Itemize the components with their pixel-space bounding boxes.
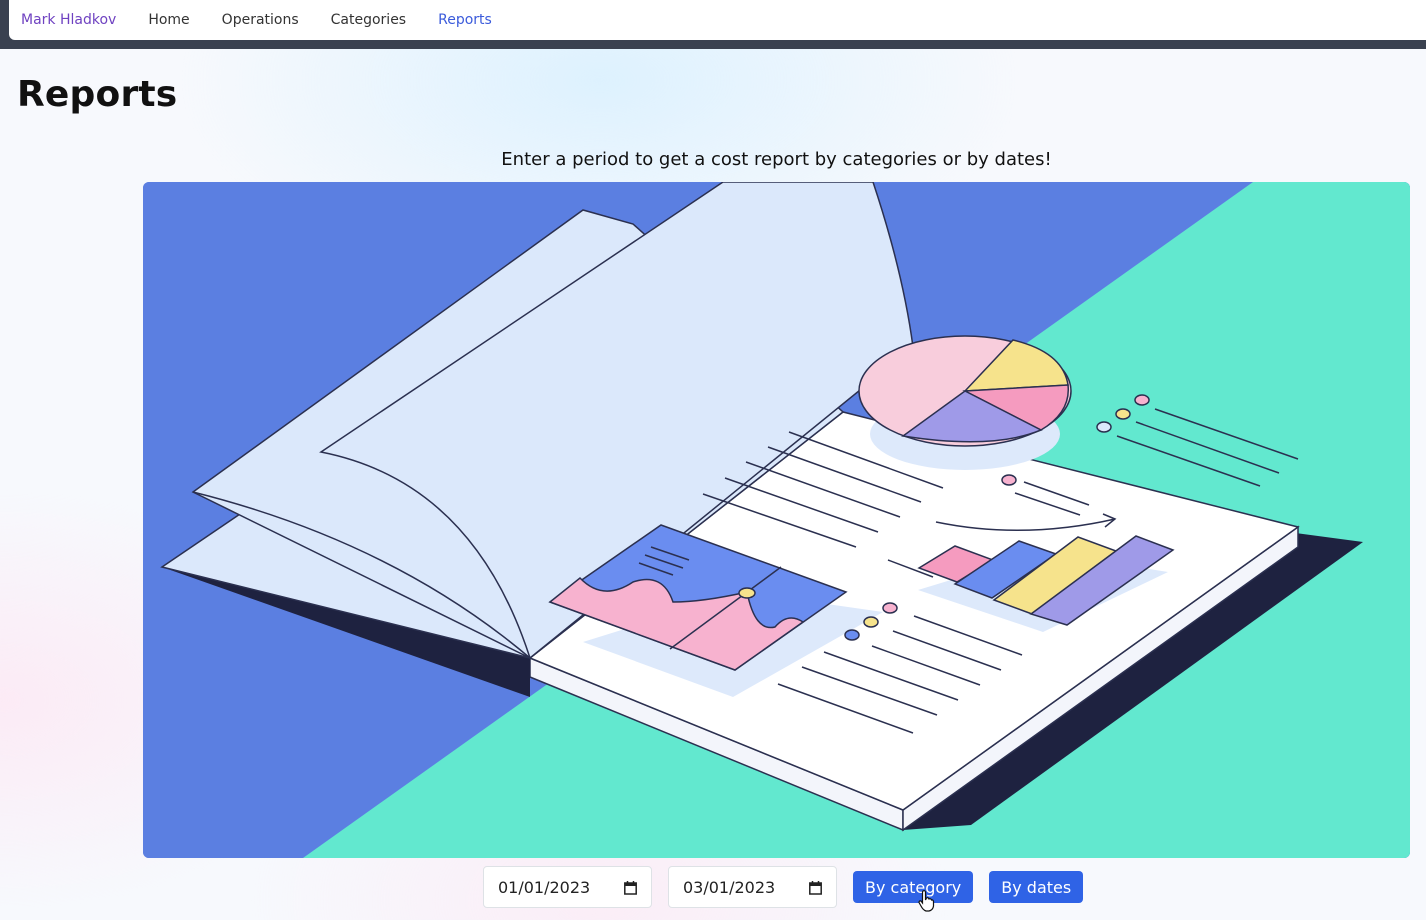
nav-link-reports[interactable]: Reports <box>438 12 492 28</box>
page-subtitle: Enter a period to get a cost report by c… <box>501 149 1052 170</box>
end-date-value: 03/01/2023 <box>683 877 776 897</box>
report-controls: 01/01/2023 03/01/2023 By category By dat… <box>483 866 1084 908</box>
report-illustration <box>143 182 1410 858</box>
end-date-input[interactable]: 03/01/2023 <box>668 866 837 908</box>
by-dates-button[interactable]: By dates <box>989 871 1084 903</box>
nav-link-home[interactable]: Home <box>148 12 189 28</box>
start-date-value: 01/01/2023 <box>498 877 591 897</box>
top-navbar: Mark Hladkov Home Operations Categories … <box>0 0 1426 49</box>
start-date-input[interactable]: 01/01/2023 <box>483 866 652 908</box>
nav-container: Mark Hladkov Home Operations Categories … <box>9 0 1426 40</box>
calendar-icon[interactable] <box>624 880 637 895</box>
nav-link-operations[interactable]: Operations <box>222 12 299 28</box>
nav-link-categories[interactable]: Categories <box>331 12 406 28</box>
report-illustration-graphic <box>143 182 1410 858</box>
hand-cursor-icon <box>918 890 936 916</box>
page-title: Reports <box>17 74 178 115</box>
brand-link[interactable]: Mark Hladkov <box>21 12 116 28</box>
by-category-button[interactable]: By category <box>853 871 974 903</box>
calendar-icon[interactable] <box>809 880 822 895</box>
